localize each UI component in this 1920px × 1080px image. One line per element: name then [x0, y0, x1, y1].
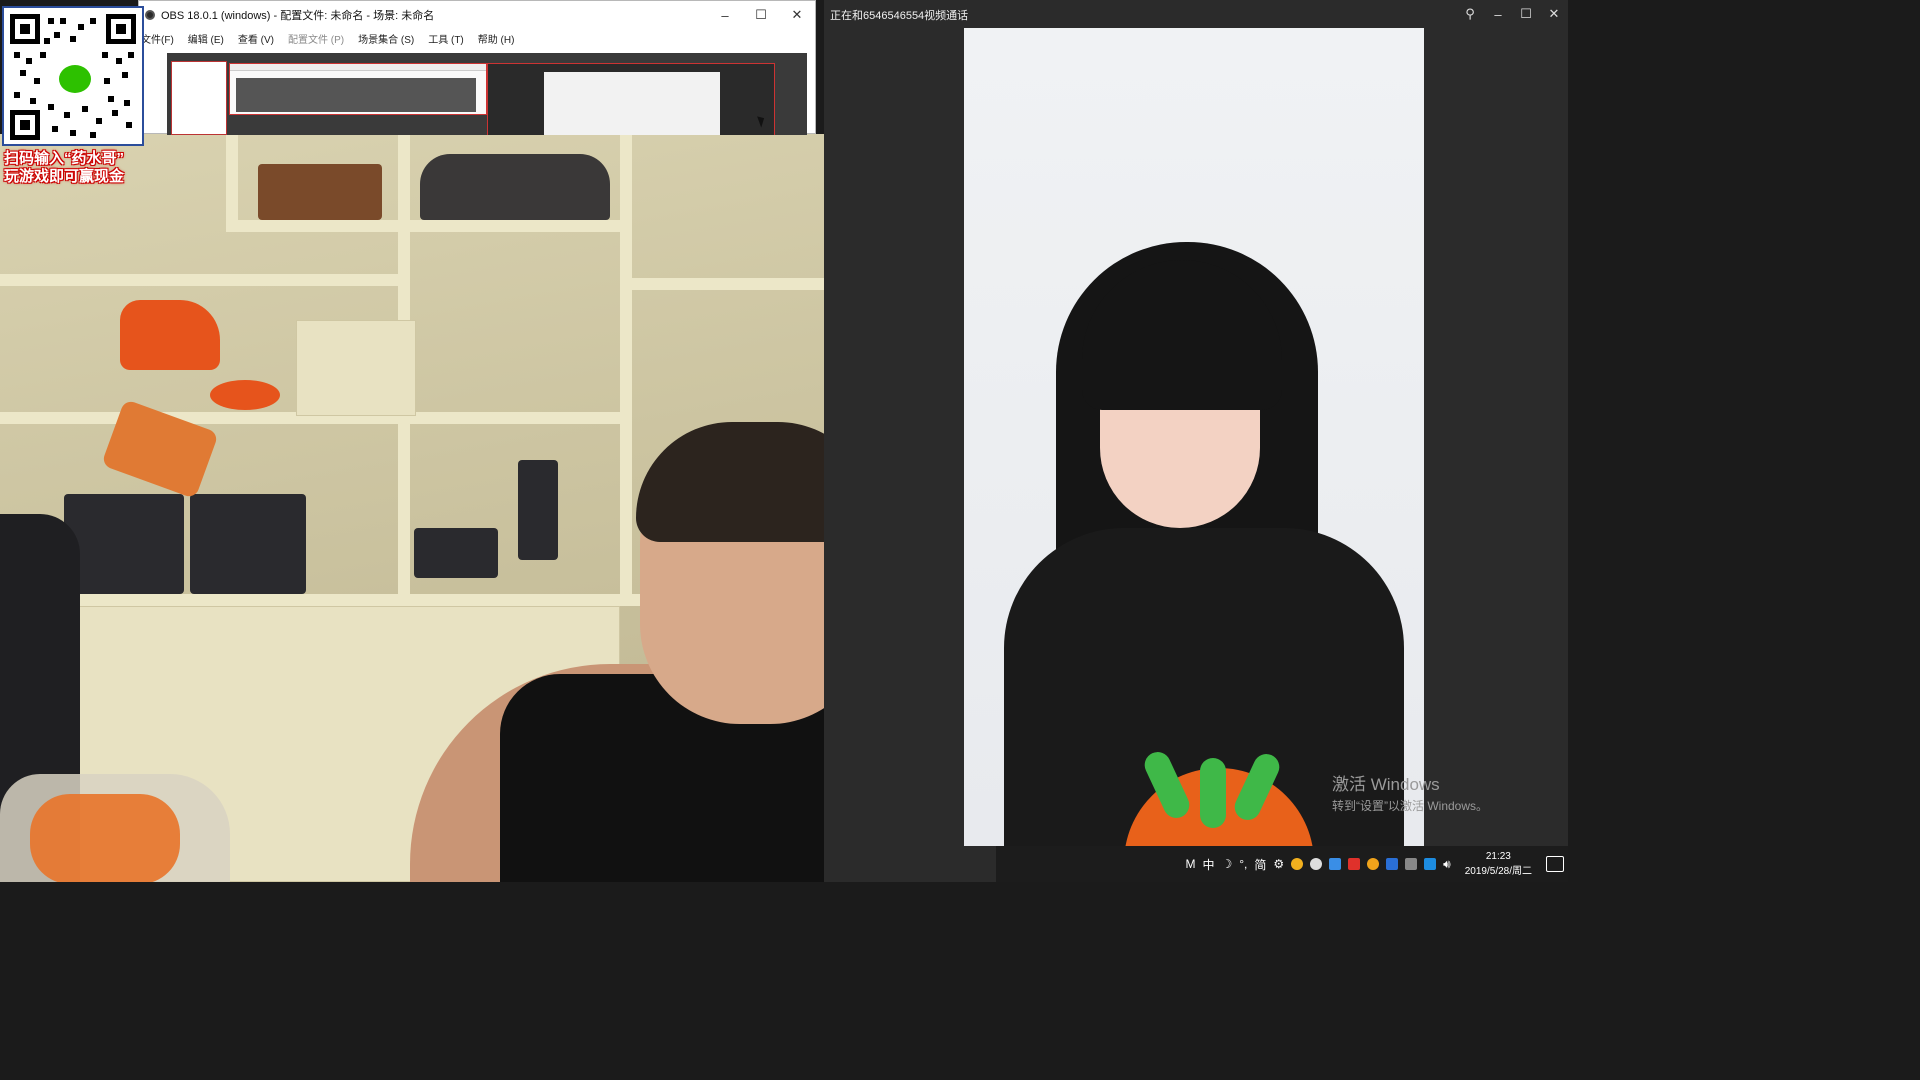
menu-help[interactable]: 帮助 (H) — [478, 31, 515, 46]
preview-call-video — [544, 72, 720, 135]
remote-video-feed — [964, 28, 1424, 846]
windows-taskbar: M 中 ☽ °, 简 ⚙ 🔊︎ 21:23 2019/5/28/周二 — [996, 846, 1568, 882]
preview-mirror-content — [236, 78, 476, 112]
menu-edit[interactable]: 编辑 (E) — [188, 31, 224, 46]
moon-icon[interactable]: ☽ — [1221, 857, 1232, 871]
activate-windows-watermark: 激活 Windows 转到“设置”以激活 Windows。 — [1332, 770, 1488, 814]
preview-mirror-titlebar — [230, 64, 486, 71]
menu-profile[interactable]: 配置文件 (P) — [288, 31, 344, 46]
browser-icon[interactable] — [1310, 858, 1323, 870]
clock-time: 21:23 — [1485, 851, 1511, 862]
orange-toy — [210, 380, 280, 410]
watermark-subtitle: 转到“设置”以激活 Windows。 — [1332, 799, 1489, 813]
obs-preview-canvas[interactable] — [167, 53, 807, 135]
video-call-window[interactable]: 正在和6546546554视频通话 ⚲ – ☐ ✕ 激活 Windows 转到“… — [824, 0, 1568, 882]
network-app-icon[interactable] — [1386, 858, 1399, 870]
call-window-controls: ⚲ – ☐ ✕ — [1456, 0, 1568, 28]
shelf-board — [226, 220, 626, 232]
plush-leaf — [1200, 758, 1226, 828]
orange-hat — [120, 300, 220, 370]
call-window-title: 正在和6546546554视频通话 — [830, 10, 969, 22]
monitor-icon[interactable] — [1405, 858, 1418, 870]
obs-window[interactable]: OBS 18.0.1 (windows) - 配置文件: 未命名 - 场景: 未… — [138, 0, 816, 135]
tp-icon[interactable] — [1329, 858, 1342, 870]
taskbar-clock[interactable]: 21:23 2019/5/28/周二 — [1465, 849, 1532, 879]
speaker-left — [64, 494, 184, 594]
shelf-divider — [226, 134, 238, 224]
preview-qr-source — [171, 61, 227, 135]
promo-text: 扫码输入“药水哥” 玩游戏即可赢现金 — [4, 150, 152, 186]
close-button[interactable]: ✕ — [1540, 0, 1568, 28]
speaker-right — [190, 494, 306, 594]
shelf-divider — [620, 134, 632, 604]
speaker-box — [258, 164, 382, 220]
shelf-board — [0, 274, 400, 286]
simplified-icon[interactable]: 简 — [1254, 856, 1266, 873]
watermark-title: 激活 Windows — [1332, 775, 1440, 794]
obs-window-title: OBS 18.0.1 (windows) - 配置文件: 未命名 - 场景: 未… — [161, 10, 435, 22]
pin-icon[interactable]: ⚲ — [1456, 0, 1484, 28]
clock-date: 2019/5/28/周二 — [1464, 866, 1532, 877]
call-titlebar[interactable]: 正在和6546546554视频通话 ⚲ – ☐ ✕ — [824, 0, 1568, 30]
ime-m-icon[interactable]: M — [1185, 857, 1195, 871]
weibo-icon[interactable] — [1348, 858, 1361, 870]
volume-icon[interactable]: 🔊︎ — [1443, 857, 1451, 872]
wechat-icon — [56, 62, 94, 96]
device-box — [414, 528, 498, 578]
qq-icon[interactable] — [1291, 858, 1304, 870]
snacks-in-bag — [30, 794, 180, 882]
maximize-button[interactable]: ☐ — [743, 1, 779, 29]
notification-icon[interactable] — [1546, 856, 1564, 872]
shelf-cubby — [296, 320, 416, 416]
menu-tools[interactable]: 工具 (T) — [428, 31, 464, 46]
preview-obs-mirror — [229, 63, 487, 115]
promo-line-1: 扫码输入“药水哥” — [4, 150, 125, 167]
menu-scene-collection[interactable]: 场景集合 (S) — [358, 31, 414, 46]
ime-settings-icon[interactable]: ⚙ — [1273, 857, 1284, 871]
minimize-button[interactable]: – — [1484, 0, 1512, 28]
speaker-tower — [518, 460, 558, 560]
minimize-button[interactable]: – — [707, 1, 743, 29]
maximize-button[interactable]: ☐ — [1512, 0, 1540, 28]
ime-chinese-icon[interactable]: 中 — [1202, 856, 1214, 873]
obs-titlebar[interactable]: OBS 18.0.1 (windows) - 配置文件: 未命名 - 场景: 未… — [139, 1, 815, 29]
close-button[interactable]: ✕ — [779, 1, 815, 29]
qr-code — [2, 6, 144, 146]
obs-window-controls: – ☐ ✕ — [707, 1, 815, 29]
menu-view[interactable]: 查看 (V) — [238, 31, 274, 46]
qr-promo-overlay: 扫码输入“药水哥” 玩游戏即可赢现金 — [0, 0, 148, 190]
promo-line-2: 玩游戏即可赢现金 — [4, 168, 125, 185]
obs-menubar: 文件(F) 编辑 (E) 查看 (V) 配置文件 (P) 场景集合 (S) 工具… — [139, 29, 815, 47]
g-icon[interactable] — [1367, 858, 1380, 870]
helmet-object — [420, 154, 610, 220]
preview-call-source — [487, 63, 775, 135]
system-tray: M 中 ☽ °, 简 ⚙ 🔊︎ — [1185, 856, 1450, 873]
k-app-icon[interactable] — [1424, 858, 1437, 870]
punctuation-icon[interactable]: °, — [1239, 857, 1247, 871]
